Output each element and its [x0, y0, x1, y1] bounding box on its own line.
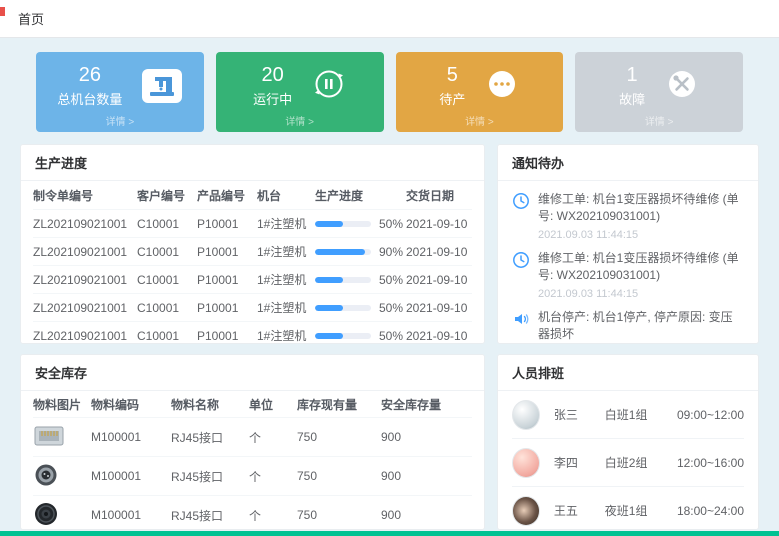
production-table: 制令单编号 客户编号 产品编号 机台 生产进度 交货日期 ZL202109021… — [21, 181, 484, 344]
progress-value: 50% — [379, 301, 403, 315]
notice-time: 2021.09.03 11:44:15 — [538, 288, 744, 300]
panel-title: 人员排班 — [498, 355, 758, 391]
progress-value: 50% — [379, 217, 403, 231]
notice-item[interactable]: 维修工单: 机台1变压器损坏待维修 (单号: WX202109031001) 2… — [512, 191, 744, 241]
table-row: M100001 RJ45接口 个 750 900 — [33, 495, 472, 530]
notice-text: 维修工单: 机台1变压器损坏待维修 (单号: WX202109031001) — [538, 250, 744, 285]
screen-edge-strip — [0, 531, 779, 536]
panel-title: 安全库存 — [21, 355, 484, 391]
notice-text: 机台停产: 机台1停产, 停产原因: 变压器损坏 — [538, 309, 744, 344]
table-row: ZL202109021001 C10001 P10001 1#注塑机 50% 2… — [33, 265, 472, 293]
table-row: ZL202109021001 C10001 P10001 1#注塑机 50% 2… — [33, 209, 472, 237]
stat-value: 5 — [439, 64, 465, 86]
safety-stock-panel: 安全库存 物料图片 物料编码 物料名称 单位 库存现有量 安全库存量 — [20, 354, 485, 530]
detail-link[interactable]: 详情 > — [396, 113, 564, 128]
tools-icon — [665, 67, 699, 106]
notice-text: 维修工单: 机台1变压器损坏待维修 (单号: WX202109031001) — [538, 191, 744, 226]
detail-link[interactable]: 详情 > — [575, 113, 743, 128]
staff-shift: 白班1组 — [605, 406, 677, 423]
progress-value: 50% — [379, 273, 403, 287]
progress-bar — [315, 305, 371, 311]
staff-time: 09:00~12:00 — [677, 408, 744, 422]
round-connector-image — [33, 463, 91, 490]
speaker-icon — [512, 309, 530, 344]
top-bar: 首页 — [0, 0, 779, 38]
production-progress-panel: 生产进度 制令单编号 客户编号 产品编号 机台 生产进度 交货日期 ZL2021… — [20, 144, 485, 344]
rj45-connector-image — [33, 424, 91, 451]
table-header-row: 制令单编号 客户编号 产品编号 机台 生产进度 交货日期 — [33, 181, 472, 209]
avatar — [512, 400, 540, 430]
machine-icon — [142, 69, 182, 103]
panel-title: 生产进度 — [21, 145, 484, 181]
schedule-row: 李四 白班2组 12:00~16:00 — [512, 439, 744, 487]
progress-value: 90% — [379, 245, 403, 259]
avatar — [512, 496, 540, 526]
stat-label: 故障 — [619, 89, 645, 108]
notice-item[interactable]: 维修工单: 机台1变压器损坏待维修 (单号: WX202109031001) 2… — [512, 250, 744, 300]
stat-cards-row: 26 总机台数量 详情 > 20 运行中 — [36, 52, 743, 132]
staff-time: 18:00~24:00 — [677, 504, 744, 518]
stat-value: 1 — [619, 64, 645, 86]
stat-card-fault[interactable]: 1 故障 详情 > — [575, 52, 743, 132]
avatar — [512, 448, 540, 478]
inventory-table: 物料图片 物料编码 物料名称 单位 库存现有量 安全库存量 — [21, 391, 484, 530]
table-row: ZL202109021001 C10001 P10001 1#注塑机 90% 2… — [33, 237, 472, 265]
detail-link[interactable]: 详情 > — [216, 113, 384, 128]
progress-bar — [315, 333, 371, 339]
staff-shift: 夜班1组 — [605, 502, 677, 519]
notices-panel: 通知待办 维修工单: 机台1变压器损坏待维修 (单号: WX2021090310… — [497, 144, 759, 344]
table-row: ZL202109021001 C10001 P10001 1#注塑机 50% 2… — [33, 321, 472, 344]
table-row: M100001 RJ45接口 个 750 900 — [33, 417, 472, 456]
staff-shift: 白班2组 — [605, 454, 677, 471]
panel-title: 通知待办 — [498, 145, 758, 181]
schedule-row: 张三 白班1组 09:00~12:00 — [512, 391, 744, 439]
progress-bar — [315, 277, 371, 283]
progress-bar — [315, 221, 371, 227]
ellipsis-icon — [485, 67, 519, 106]
table-row: ZL202109021001 C10001 P10001 1#注塑机 50% 2… — [33, 293, 472, 321]
tab-home[interactable]: 首页 — [18, 9, 44, 28]
staff-schedule-panel: 人员排班 张三 白班1组 09:00~12:00 李四 白班2组 12:00~1… — [497, 354, 759, 530]
stat-label: 总机台数量 — [57, 89, 122, 108]
progress-value: 50% — [379, 329, 403, 343]
clock-icon — [512, 191, 530, 241]
speaker-driver-image — [33, 502, 91, 529]
stat-card-running[interactable]: 20 运行中 详情 > — [216, 52, 384, 132]
clock-icon — [512, 250, 530, 300]
notice-time: 2021.09.03 11:44:15 — [538, 229, 744, 241]
progress-bar — [315, 249, 371, 255]
staff-name: 王五 — [554, 502, 605, 519]
screen-edge-artifact-red — [0, 7, 5, 16]
stat-card-waiting[interactable]: 5 待产 详情 > — [396, 52, 564, 132]
table-row: M100001 RJ45接口 个 750 900 — [33, 456, 472, 495]
notice-item[interactable]: 机台停产: 机台1停产, 停产原因: 变压器损坏 — [512, 309, 744, 344]
stat-value: 20 — [253, 64, 292, 86]
detail-link[interactable]: 详情 > — [36, 113, 204, 128]
stat-value: 26 — [57, 64, 122, 86]
table-header-row: 物料图片 物料编码 物料名称 单位 库存现有量 安全库存量 — [33, 391, 472, 417]
schedule-row: 王五 夜班1组 18:00~24:00 — [512, 487, 744, 530]
staff-name: 李四 — [554, 454, 605, 471]
dashboard-content: 26 总机台数量 详情 > 20 运行中 — [0, 38, 779, 530]
staff-name: 张三 — [554, 406, 605, 423]
stat-label: 待产 — [439, 89, 465, 108]
stat-label: 运行中 — [253, 89, 292, 108]
stat-card-total-machines[interactable]: 26 总机台数量 详情 > — [36, 52, 204, 132]
staff-time: 12:00~16:00 — [677, 456, 744, 470]
running-icon — [312, 67, 346, 106]
